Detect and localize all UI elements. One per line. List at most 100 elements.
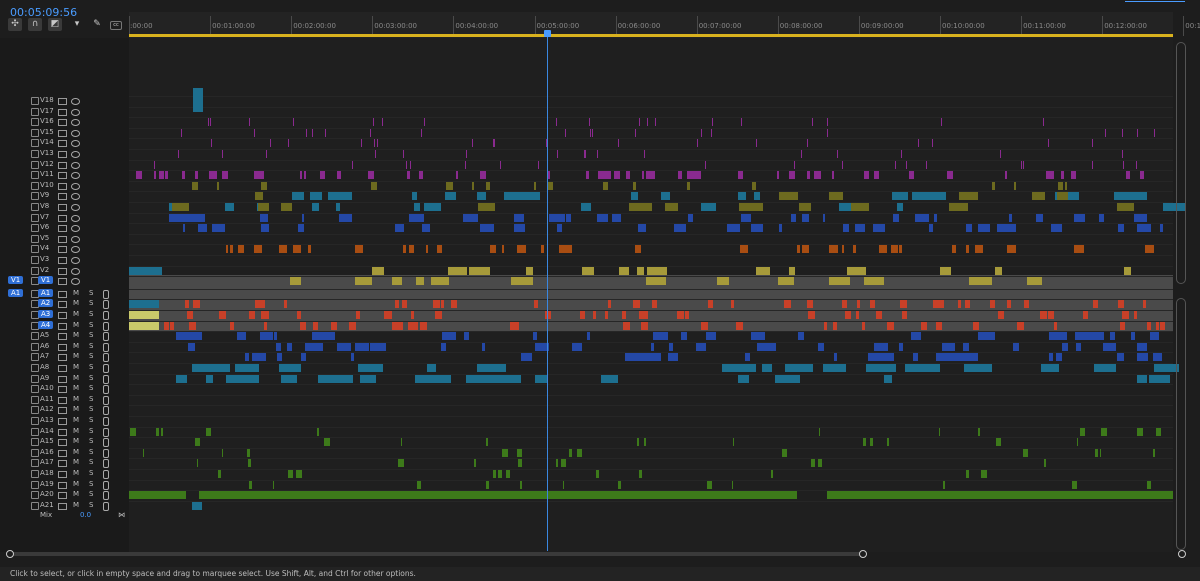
clip[interactable] xyxy=(310,192,322,201)
clip[interactable] xyxy=(829,192,843,201)
clip[interactable] xyxy=(382,118,383,127)
clip[interactable] xyxy=(1049,332,1061,341)
microphone-icon[interactable] xyxy=(103,501,109,511)
mute-button[interactable]: M xyxy=(73,321,79,329)
clip[interactable] xyxy=(874,342,888,351)
track-name[interactable]: V14 xyxy=(40,138,54,146)
mix-expand-icon[interactable]: ⋈ xyxy=(118,511,125,519)
clip[interactable] xyxy=(245,353,249,362)
track-lane[interactable] xyxy=(129,191,1173,202)
clip[interactable] xyxy=(1143,300,1146,309)
clip[interactable] xyxy=(633,300,637,309)
video-track-v17[interactable]: V17 xyxy=(0,107,129,117)
clip[interactable] xyxy=(651,171,655,180)
clip[interactable] xyxy=(922,192,946,201)
clip[interactable] xyxy=(789,171,795,180)
clip[interactable] xyxy=(681,332,687,341)
clip[interactable] xyxy=(862,321,865,330)
clip[interactable] xyxy=(899,342,903,351)
clip[interactable] xyxy=(556,118,557,127)
clip[interactable] xyxy=(705,160,706,169)
microphone-icon[interactable] xyxy=(103,342,109,352)
clip[interactable] xyxy=(1136,160,1137,169)
eye-icon[interactable] xyxy=(71,225,80,233)
clip[interactable] xyxy=(597,150,598,158)
clip[interactable] xyxy=(777,171,779,180)
lock-icon[interactable] xyxy=(31,245,39,254)
clip[interactable] xyxy=(802,245,809,254)
lock-icon[interactable] xyxy=(31,97,39,105)
clip[interactable] xyxy=(947,171,953,180)
clip[interactable] xyxy=(1024,300,1029,309)
clip[interactable] xyxy=(688,213,693,222)
mute-button[interactable]: M xyxy=(73,299,79,307)
clip[interactable] xyxy=(945,353,960,362)
clip[interactable] xyxy=(895,160,896,169)
clip[interactable] xyxy=(459,266,467,275)
clip[interactable] xyxy=(771,470,773,478)
clip[interactable] xyxy=(572,342,582,351)
track-name[interactable]: A14 xyxy=(40,427,54,435)
clip[interactable] xyxy=(441,300,444,309)
clip[interactable] xyxy=(248,459,251,468)
clip[interactable] xyxy=(941,118,942,127)
clip[interactable] xyxy=(270,139,271,148)
clip[interactable] xyxy=(842,160,843,169)
clip[interactable] xyxy=(736,321,743,330)
clip[interactable] xyxy=(284,300,287,309)
clip[interactable] xyxy=(1007,300,1011,309)
clip[interactable] xyxy=(486,181,490,190)
clip[interactable] xyxy=(208,118,209,127)
timeline-tracks-area[interactable] xyxy=(129,38,1185,552)
track-name[interactable]: V6 xyxy=(40,223,49,231)
clip[interactable] xyxy=(639,118,640,127)
eye-icon[interactable] xyxy=(71,172,80,180)
clip[interactable] xyxy=(1122,150,1123,158)
captions-icon[interactable]: cc xyxy=(110,21,122,30)
clip[interactable] xyxy=(260,213,268,222)
clip[interactable] xyxy=(392,277,402,286)
clip[interactable] xyxy=(668,353,678,362)
clip[interactable] xyxy=(966,224,972,233)
clip[interactable] xyxy=(1100,448,1101,457)
audio-track-a19[interactable]: A19 M S xyxy=(0,480,129,490)
clip[interactable] xyxy=(1056,353,1062,362)
clip[interactable] xyxy=(1036,213,1043,222)
sync-lock-icon[interactable] xyxy=(58,481,67,489)
clip[interactable] xyxy=(301,353,306,362)
microphone-icon[interactable] xyxy=(103,438,109,448)
solo-button[interactable]: S xyxy=(89,437,93,445)
clip[interactable] xyxy=(164,321,169,330)
lock-icon[interactable] xyxy=(31,395,39,404)
sync-lock-icon[interactable] xyxy=(58,129,67,137)
lock-icon[interactable] xyxy=(31,181,39,190)
clip[interactable] xyxy=(552,213,565,222)
clip[interactable] xyxy=(782,448,787,457)
clip[interactable] xyxy=(129,300,159,309)
clip[interactable] xyxy=(195,438,200,447)
clip[interactable] xyxy=(605,311,608,319)
clip[interactable] xyxy=(277,353,282,362)
clip[interactable] xyxy=(712,118,713,127)
clip[interactable] xyxy=(421,128,422,137)
clip[interactable] xyxy=(226,374,238,383)
clip[interactable] xyxy=(387,311,392,319)
clip[interactable] xyxy=(237,332,246,341)
clip[interactable] xyxy=(1154,128,1155,137)
clip[interactable] xyxy=(814,171,816,180)
clip[interactable] xyxy=(165,171,168,180)
mix-volume-value[interactable]: 0.0 xyxy=(80,511,91,519)
sync-lock-icon[interactable] xyxy=(58,312,67,319)
clip[interactable] xyxy=(625,353,636,362)
clip[interactable] xyxy=(192,181,198,190)
clip[interactable] xyxy=(832,171,834,180)
solo-button[interactable]: S xyxy=(89,310,93,318)
track-lane[interactable] xyxy=(129,384,1173,395)
clip[interactable] xyxy=(1134,213,1147,222)
mute-button[interactable]: M xyxy=(73,352,79,360)
clip[interactable] xyxy=(641,321,648,330)
clip[interactable] xyxy=(293,245,301,254)
sync-lock-icon[interactable] xyxy=(58,108,67,116)
mute-button[interactable]: M xyxy=(73,374,79,382)
clip[interactable] xyxy=(614,171,620,180)
